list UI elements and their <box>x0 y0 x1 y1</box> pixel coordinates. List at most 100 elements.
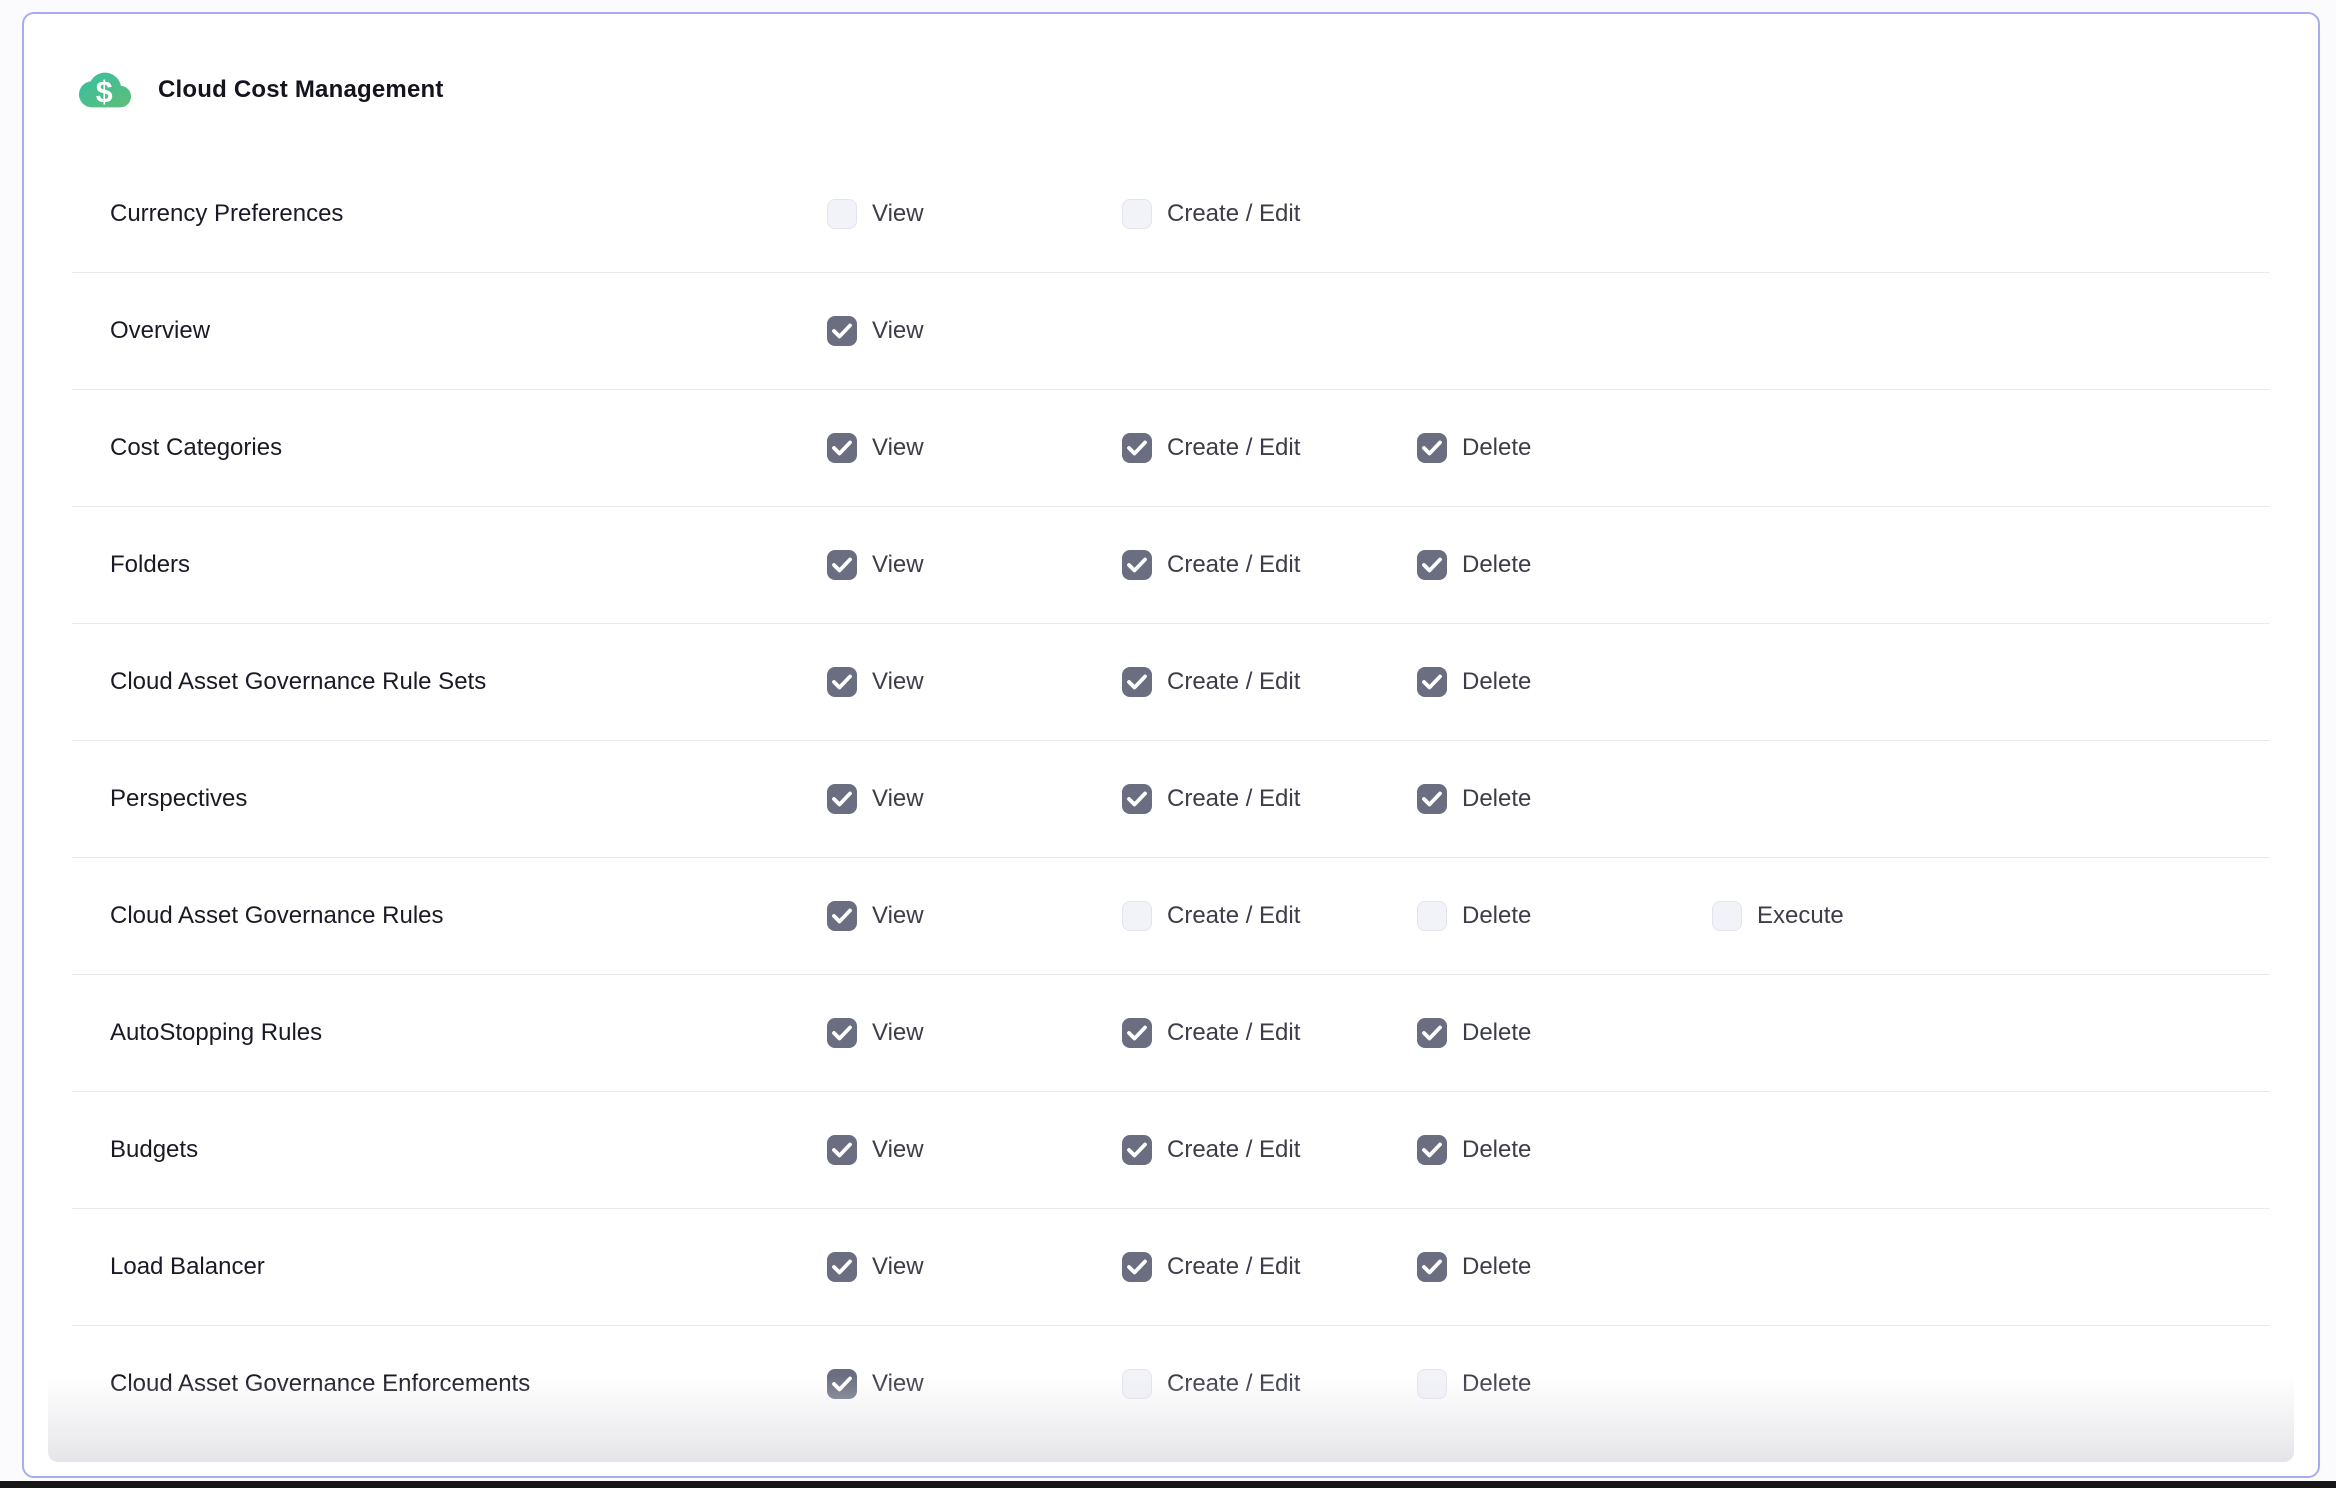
permission-toggle: Create / Edit <box>1122 1135 1417 1165</box>
permission-cell-execute <box>1712 331 2270 332</box>
permission-label-delete: Delete <box>1462 902 1531 930</box>
permission-toggle: Delete <box>1417 901 1712 931</box>
checkbox-create_edit[interactable] <box>1122 1135 1152 1165</box>
checkbox-delete[interactable] <box>1417 433 1447 463</box>
permission-cell-create_edit: Create / Edit <box>1122 1018 1417 1048</box>
permission-row: Cloud Asset Governance Enforcements View… <box>72 1325 2270 1442</box>
permission-toggle: View <box>827 316 1122 346</box>
checkbox-view[interactable] <box>827 1018 857 1048</box>
permission-cell-view: View <box>827 1018 1122 1048</box>
checkbox-view[interactable] <box>827 901 857 931</box>
permission-toggle: Delete <box>1417 1252 1712 1282</box>
resource-label: Cloud Asset Governance Enforcements <box>72 1370 827 1398</box>
checkbox-view[interactable] <box>827 784 857 814</box>
checkbox-create_edit[interactable] <box>1122 550 1152 580</box>
permission-toggle: Create / Edit <box>1122 199 1417 229</box>
checkbox-create_edit[interactable] <box>1122 667 1152 697</box>
resource-label: AutoStopping Rules <box>72 1019 827 1047</box>
checkbox-create_edit[interactable] <box>1122 433 1152 463</box>
page-title: Cloud Cost Management <box>158 76 444 104</box>
permission-row: Budgets View Create / Edit Delete <box>72 1091 2270 1208</box>
permission-row: Cost Categories View Create / Edit Delet… <box>72 389 2270 506</box>
permission-cell-view: View <box>827 1135 1122 1165</box>
permission-label-view: View <box>872 1136 924 1164</box>
checkbox-delete[interactable] <box>1417 1252 1447 1282</box>
permission-label-view: View <box>872 668 924 696</box>
permission-toggle: Delete <box>1417 1369 1712 1399</box>
checkbox-view[interactable] <box>827 667 857 697</box>
checkbox-delete[interactable] <box>1417 784 1447 814</box>
checkbox-view[interactable] <box>827 1369 857 1399</box>
permission-label-delete: Delete <box>1462 1370 1531 1398</box>
resource-label: Load Balancer <box>72 1253 827 1281</box>
permission-cell-view: View <box>827 199 1122 229</box>
checkbox-delete[interactable] <box>1417 550 1447 580</box>
cloud-dollar-icon: $ <box>76 64 134 116</box>
checkbox-delete[interactable] <box>1417 1135 1447 1165</box>
checkbox-create_edit[interactable] <box>1122 1369 1152 1399</box>
checkbox-view[interactable] <box>827 1135 857 1165</box>
resource-label: Cloud Asset Governance Rules <box>72 902 827 930</box>
resource-label: Overview <box>72 317 827 345</box>
check-icon <box>830 904 854 928</box>
permission-cell-execute <box>1712 448 2270 449</box>
checkbox-create_edit[interactable] <box>1122 784 1152 814</box>
permission-cell-create_edit: Create / Edit <box>1122 784 1417 814</box>
permission-cell-delete: Delete <box>1417 901 1712 931</box>
checkbox-view[interactable] <box>827 1252 857 1282</box>
permission-toggle: View <box>827 550 1122 580</box>
permission-toggle: Delete <box>1417 1135 1712 1165</box>
check-icon <box>830 670 854 694</box>
checkbox-delete[interactable] <box>1417 667 1447 697</box>
permission-row: Overview View <box>72 272 2270 389</box>
permission-cell-view: View <box>827 667 1122 697</box>
check-icon <box>1420 436 1444 460</box>
checkbox-create_edit[interactable] <box>1122 901 1152 931</box>
permission-cell-view: View <box>827 1369 1122 1399</box>
permission-cell-execute <box>1712 565 2270 566</box>
check-icon <box>1125 1138 1149 1162</box>
check-icon <box>830 553 854 577</box>
checkbox-view[interactable] <box>827 433 857 463</box>
checkbox-create_edit[interactable] <box>1122 1252 1152 1282</box>
checkbox-execute[interactable] <box>1712 901 1742 931</box>
checkbox-delete[interactable] <box>1417 1369 1447 1399</box>
permission-cell-delete: Delete <box>1417 1018 1712 1048</box>
permission-toggle: View <box>827 1135 1122 1165</box>
checkbox-create_edit[interactable] <box>1122 199 1152 229</box>
screen-bottom-edge <box>0 1481 2336 1488</box>
permission-label-delete: Delete <box>1462 785 1531 813</box>
permission-label-create_edit: Create / Edit <box>1167 902 1300 930</box>
check-icon <box>1125 1255 1149 1279</box>
permission-toggle: Delete <box>1417 550 1712 580</box>
permission-label-view: View <box>872 434 924 462</box>
permission-cell-view: View <box>827 1252 1122 1282</box>
checkbox-view[interactable] <box>827 316 857 346</box>
permission-row: Cloud Asset Governance Rule Sets View Cr… <box>72 623 2270 740</box>
checkbox-delete[interactable] <box>1417 1018 1447 1048</box>
permission-label-delete: Delete <box>1462 434 1531 462</box>
check-icon <box>1125 670 1149 694</box>
permission-row: Folders View Create / Edit Delete <box>72 506 2270 623</box>
check-icon <box>1125 553 1149 577</box>
permission-cell-delete: Delete <box>1417 1252 1712 1282</box>
permission-cell-view: View <box>827 316 1122 346</box>
permission-toggle: Delete <box>1417 667 1712 697</box>
permission-toggle: View <box>827 1018 1122 1048</box>
permission-toggle: Execute <box>1712 901 2270 931</box>
checkbox-view[interactable] <box>827 550 857 580</box>
checkbox-create_edit[interactable] <box>1122 1018 1152 1048</box>
permission-cell-execute <box>1712 213 2270 214</box>
permission-toggle: View <box>827 784 1122 814</box>
resource-label: Cost Categories <box>72 434 827 462</box>
permission-toggle: View <box>827 901 1122 931</box>
permission-row: Currency Preferences View Create / Edit <box>72 155 2270 272</box>
permission-toggle: Create / Edit <box>1122 901 1417 931</box>
checkbox-view[interactable] <box>827 199 857 229</box>
permission-toggle: Create / Edit <box>1122 550 1417 580</box>
permission-cell-view: View <box>827 901 1122 931</box>
checkbox-delete[interactable] <box>1417 901 1447 931</box>
permission-toggle: Create / Edit <box>1122 1252 1417 1282</box>
resource-label: Budgets <box>72 1136 827 1164</box>
permission-cell-delete: Delete <box>1417 784 1712 814</box>
